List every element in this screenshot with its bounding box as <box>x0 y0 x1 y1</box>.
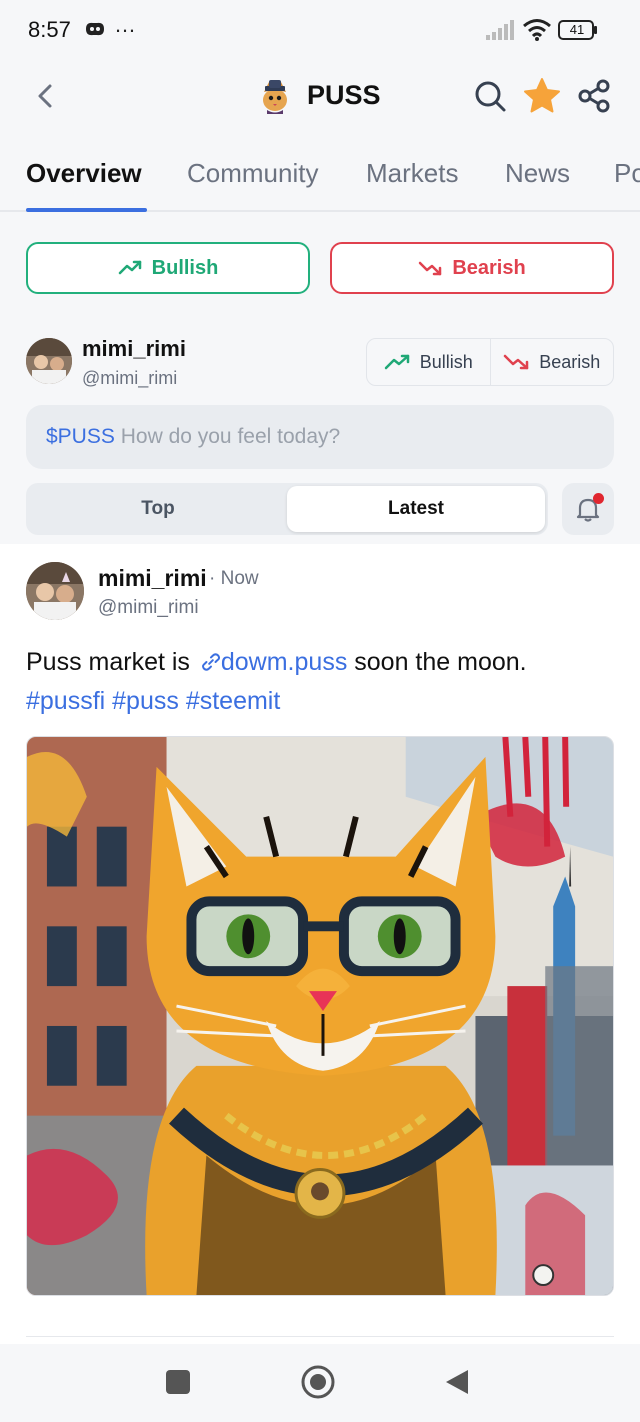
trend-up-icon <box>118 260 141 275</box>
wifi-icon <box>523 19 551 41</box>
page-title: PUSS <box>307 80 381 110</box>
sentiment-section: Bullish Bearish mimi_rimi @mimi_rimi Bul… <box>0 212 640 544</box>
bearish-label: Bearish <box>452 256 526 279</box>
sort-top[interactable]: Top <box>29 486 287 532</box>
toggle-bearish-label: Bearish <box>539 351 601 372</box>
post-author-handle: @mimi_rimi <box>98 597 199 618</box>
sort-latest[interactable]: Latest <box>287 486 545 532</box>
post-divider <box>26 1336 614 1337</box>
ticker-tag: $PUSS <box>46 425 115 448</box>
share-icon[interactable] <box>576 78 612 114</box>
tab-news[interactable]: News <box>505 158 570 189</box>
battery-level: 41 <box>569 22 585 37</box>
notification-badge <box>593 493 604 504</box>
notification-button[interactable] <box>562 483 614 535</box>
composer-user-handle: @mimi_rimi <box>82 368 178 388</box>
trend-up-icon <box>384 354 409 370</box>
trend-down-icon <box>503 354 529 370</box>
post-text: Puss market is <box>26 648 197 676</box>
bullish-button[interactable]: Bullish <box>26 242 310 294</box>
post-body: Puss market is dowm.puss soon the moon. … <box>26 643 616 721</box>
feed-sort-control: Top Latest <box>26 483 548 535</box>
more-notifications-icon: … <box>114 12 137 37</box>
avatar[interactable] <box>26 562 84 620</box>
post-timestamp: · Now <box>209 568 259 589</box>
search-icon[interactable] <box>472 78 508 114</box>
bearish-button[interactable]: Bearish <box>330 242 614 294</box>
status-bar: 8:57 … 41 <box>0 0 640 60</box>
signal-icon <box>486 20 514 40</box>
avatar <box>26 338 72 384</box>
app-header: PUSS <box>0 60 640 138</box>
post-hashtags[interactable]: #pussfi #puss #steemit <box>26 687 280 715</box>
tab-community[interactable]: Community <box>187 158 318 189</box>
link-icon <box>201 653 220 671</box>
toggle-bullish[interactable]: Bullish <box>367 339 490 385</box>
cat-artwork-image[interactable] <box>26 736 614 1296</box>
toggle-bullish-label: Bullish <box>419 351 473 372</box>
post-composer-input[interactable]: $PUSS How do you feel today? <box>26 405 614 469</box>
tab-overview[interactable]: Overview <box>26 158 142 189</box>
toggle-bearish[interactable]: Bearish <box>489 339 614 385</box>
bullish-label: Bullish <box>151 256 219 279</box>
composer-placeholder: How do you feel today? <box>120 425 341 448</box>
trend-down-icon <box>419 261 442 276</box>
star-icon[interactable] <box>522 76 562 116</box>
composer-user-name: mimi_rimi <box>82 336 186 361</box>
recent-apps-icon[interactable] <box>166 1370 190 1394</box>
tab-markets[interactable]: Markets <box>366 158 458 189</box>
post-link[interactable]: dowm.puss <box>221 648 347 676</box>
post-text-end: soon the moon. <box>347 648 527 676</box>
back-arrow-icon[interactable] <box>30 80 62 112</box>
app-notification-icon <box>86 22 104 36</box>
system-nav-bar <box>0 1344 640 1422</box>
home-icon[interactable] <box>300 1364 336 1400</box>
status-time: 8:57 <box>28 17 71 42</box>
post-author-name[interactable]: mimi_rimi <box>98 565 207 592</box>
tab-bar: Overview Community Markets News Po <box>0 138 640 212</box>
tab-po[interactable]: Po <box>614 158 640 189</box>
sentiment-toggle: Bullish Bearish <box>366 338 614 386</box>
nav-back-icon[interactable] <box>444 1368 470 1396</box>
puss-coin-logo <box>263 80 287 114</box>
